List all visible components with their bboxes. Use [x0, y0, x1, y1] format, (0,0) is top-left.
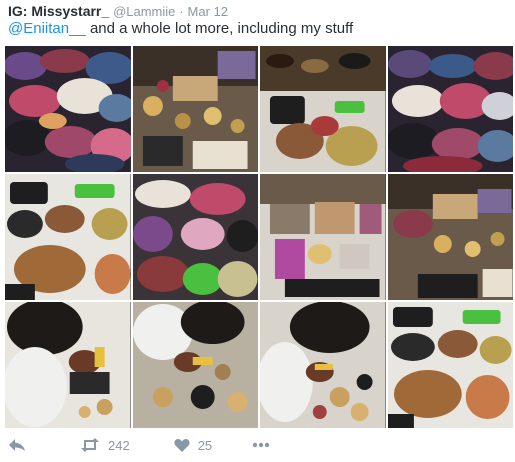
reply-icon [9, 439, 25, 451]
photo-grid [5, 46, 513, 428]
like-button[interactable]: 25 [174, 438, 212, 453]
more-button[interactable] [252, 442, 270, 448]
mention-link[interactable]: @Eniitan__ [8, 20, 86, 37]
photo-tile[interactable] [260, 174, 386, 300]
tweet-date[interactable]: Mar 12 [188, 4, 228, 19]
photo-clothes-pile [387, 46, 513, 172]
photo-jewelry-table [132, 46, 258, 172]
photo-woman-sorting [132, 302, 258, 428]
photo-tile[interactable] [5, 302, 131, 428]
photo-tile[interactable] [260, 302, 386, 428]
photo-woman-sorting [5, 302, 131, 428]
tweet-actions: 242 25 [8, 433, 270, 457]
more-dots-icon [252, 442, 270, 448]
tweet-body: and a whole lot more, including my stuff [85, 20, 354, 37]
photo-tile[interactable] [5, 174, 131, 300]
photo-handbags [5, 174, 131, 300]
photo-jewelry-table [387, 174, 513, 300]
photo-tile[interactable] [387, 46, 513, 172]
retweet-count[interactable]: 242 [108, 438, 130, 453]
photo-tile[interactable] [387, 302, 513, 428]
photo-shoes-bags [260, 46, 386, 172]
photo-makeup [260, 174, 386, 300]
user-handle[interactable]: @Lammiie [113, 4, 175, 19]
like-count[interactable]: 25 [198, 438, 212, 453]
photo-clothes-bags [132, 174, 258, 300]
display-name[interactable]: IG: Missystarr_ [8, 3, 109, 19]
photo-tile[interactable] [387, 174, 513, 300]
heart-icon [174, 439, 190, 452]
photo-handbags [387, 302, 513, 428]
tweet-card: IG: Missystarr_ @Lammiie · Mar 12 @Eniit… [0, 0, 515, 462]
reply-button[interactable] [8, 438, 26, 452]
retweet-button[interactable]: 242 [80, 438, 130, 453]
tweet-text: @Eniitan__ and a whole lot more, includi… [8, 20, 353, 37]
photo-clothes-pile [5, 46, 131, 172]
photo-tile[interactable] [132, 46, 258, 172]
photo-tile[interactable] [5, 46, 131, 172]
tweet-header: IG: Missystarr_ @Lammiie · Mar 12 [8, 3, 228, 19]
photo-tile[interactable] [132, 174, 258, 300]
retweet-icon [81, 438, 99, 452]
separator-dot: · [179, 4, 184, 19]
photo-woman-sorting [260, 302, 386, 428]
photo-tile[interactable] [260, 46, 386, 172]
photo-tile[interactable] [132, 302, 258, 428]
